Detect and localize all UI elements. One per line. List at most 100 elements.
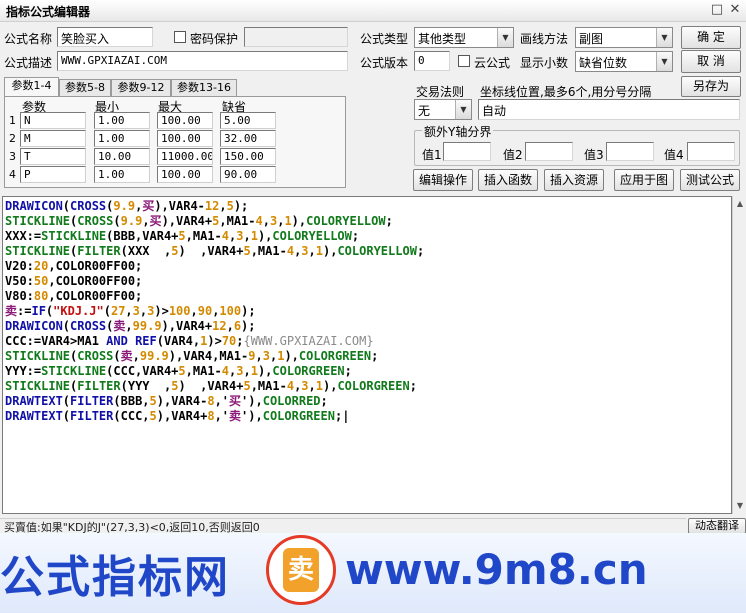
cloud-label: 云公式 [474,56,511,70]
code-token: V20: [5,259,34,273]
code-token: STICKLINE [41,364,107,378]
code-token: 1 [250,364,258,378]
param-name-cell[interactable]: N [20,112,86,129]
code-token: 9.9 [120,214,143,228]
yaxis-label: 额外Y轴分界 [422,123,494,140]
code-token: 8 [207,394,215,408]
editor-scrollbar[interactable]: ▲ ▼ [732,196,746,514]
code-editor[interactable]: DRAWICON(CROSS(9.9,买),VAR4-12,5); STICKLI… [2,196,732,514]
type-select[interactable]: 其他类型 ▼ [414,27,514,48]
code-token: 20 [33,259,49,273]
desc-input[interactable]: WWW.GPXIAZAI.COM [57,51,348,71]
code-token: (CCC,VAR4+ [106,364,179,378]
param-default-cell[interactable]: 5.00 [220,112,276,129]
code-token: 卖 [113,319,126,333]
code-token: FILTER [70,394,114,408]
code-token: , [142,214,150,228]
param-max-cell[interactable]: 100.00 [157,112,213,129]
tab-params-9-12[interactable]: 参数9-12 [111,79,171,97]
code-line: STICKLINE(FILTER(XXX ,5) ,VAR4+5,MA1-4,3… [3,244,731,259]
code-line: STICKLINE(FILTER(YYY ,5) ,VAR4+5,MA1-4,3… [3,379,731,394]
code-token: ( [62,199,71,213]
draw-method-value: 副图 [579,32,604,46]
code-token: , [219,199,227,213]
y-value-4-input[interactable] [687,142,735,161]
code-token: , [226,319,234,333]
test-formula-button[interactable]: 测试公式 [680,169,740,191]
param-default-cell[interactable]: 90.00 [220,166,276,183]
param-name-cell[interactable]: M [20,130,86,147]
code-token: ( [113,349,121,363]
code-token: ),VAR4,MA1- [168,349,249,363]
code-token: 卖 [5,304,18,318]
trade-rule-select[interactable]: 无 ▼ [414,99,472,120]
param-min-cell[interactable]: 1.00 [94,130,150,147]
code-token: , [132,349,140,363]
ok-button[interactable]: 确 定 [681,26,741,49]
edit-operation-button[interactable]: 编辑操作 [413,169,473,191]
watermark-logo-glyph: 卖 [283,548,319,592]
maximize-icon[interactable]: □ [710,3,724,17]
param-min-cell[interactable]: 1.00 [94,166,150,183]
code-token: DRAWTEXT [5,409,63,423]
y-value-2-input[interactable] [525,142,573,161]
close-icon[interactable]: ✕ [728,3,742,17]
code-token: , [308,244,316,258]
name-input[interactable]: 笑脸买入 [57,27,153,47]
cancel-button[interactable]: 取 消 [681,50,741,73]
tab-params-1-4[interactable]: 参数1-4 [4,77,59,97]
code-token: REF [135,334,157,348]
draw-method-select[interactable]: 副图 ▼ [575,27,673,48]
y-value-3-input[interactable] [606,142,654,161]
coord-input[interactable]: 自动 [478,99,740,120]
code-line: DRAWTEXT(FILTER(CCC,5),VAR4+8,'卖'),COLOR… [3,409,731,424]
tab-params-13-16[interactable]: 参数13-16 [171,79,237,97]
code-token: 4 [221,364,229,378]
tab-params-5-8[interactable]: 参数5-8 [59,79,111,97]
code-token: ;| [334,409,350,423]
decimals-label: 显示小数 [520,56,569,70]
code-token: 1 [315,244,323,258]
code-token: 4 [286,379,295,393]
password-checkbox[interactable] [174,31,186,43]
code-token: 3 [301,379,309,393]
param-default-cell[interactable]: 150.00 [220,148,276,165]
insert-resource-button[interactable]: 插入资源 [544,169,604,191]
dynamic-translate-button[interactable]: 动态翻译 [688,518,746,534]
code-token: COLORRED [262,394,321,408]
status-bar: 买賣值:如果"KDJ的J"(27,3,3)<0,返回10,否则返回0 [0,518,686,534]
code-line: DRAWICON(CROSS(卖,99.9),VAR4+12,6); [3,319,731,334]
code-token: 8 [207,409,215,423]
code-token: STICKLINE [5,214,71,228]
param-max-cell[interactable]: 11000.00 [157,148,213,165]
code-token: CROSS [77,349,114,363]
code-token: ) ,VAR4+ [178,244,244,258]
param-min-cell[interactable]: 10.00 [94,148,150,165]
param-name-cell[interactable]: T [20,148,86,165]
param-max-cell[interactable]: 100.00 [157,130,213,147]
save-as-button[interactable]: 另存为 [681,76,741,97]
password-input[interactable] [244,27,348,47]
version-input[interactable]: 0 [414,51,450,71]
param-default-cell[interactable]: 32.00 [220,130,276,147]
chevron-down-icon: ▼ [656,28,672,47]
param-max-cell[interactable]: 100.00 [157,166,213,183]
decimals-select[interactable]: 缺省位数 ▼ [575,51,673,72]
code-token: {WWW.GPXIAZAI.COM} [243,334,374,348]
insert-function-button[interactable]: 插入函数 [478,169,538,191]
param-min-cell[interactable]: 1.00 [94,112,150,129]
param-name-cell[interactable]: P [20,166,86,183]
code-token: ; [416,244,425,258]
code-token: ),VAR4- [156,394,208,408]
apply-to-chart-button[interactable]: 应用于图 [614,169,674,191]
cloud-checkbox[interactable] [458,55,470,67]
code-token: 9.9 [113,199,136,213]
y-value-1-input[interactable] [443,142,491,161]
code-token: , [255,349,263,363]
password-label: 密码保护 [190,32,239,46]
param-row-index: 2 [9,132,16,145]
scroll-up-icon[interactable]: ▲ [734,197,746,211]
scroll-down-icon[interactable]: ▼ [734,499,746,513]
code-line: STICKLINE(CROSS(9.9,买),VAR4+5,MA1-4,3,1)… [3,214,731,229]
code-token: 6 [233,319,242,333]
